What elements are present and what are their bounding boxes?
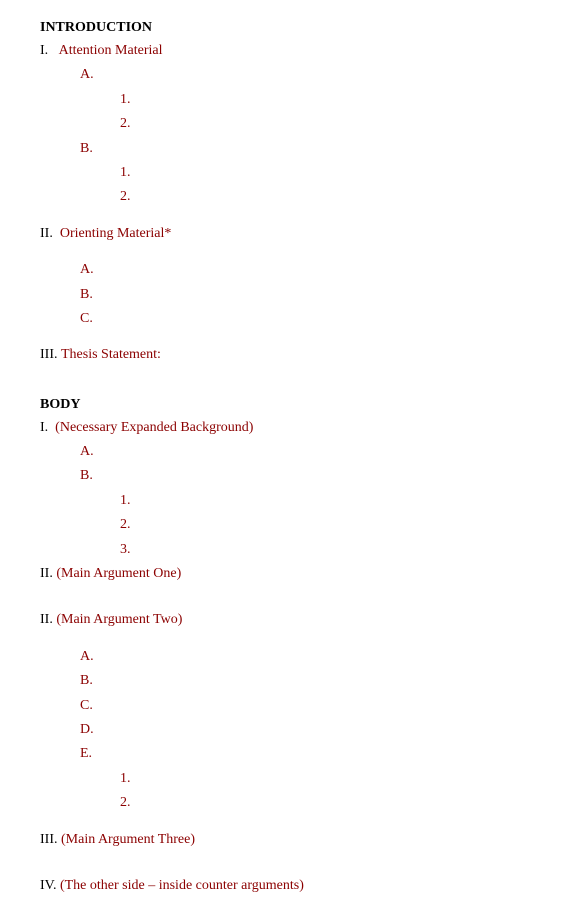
body-iv-text: (The other side – inside counter argumen… [60, 878, 304, 893]
intro-ii-text: Orienting Material* [60, 226, 172, 241]
body-i-label: I. [40, 420, 55, 435]
intro-ii-label: II. [40, 226, 60, 241]
intro-iii-text: Thesis Statement: [61, 347, 161, 362]
intro-i-b: B. [80, 138, 541, 160]
body-iib-b: B. [80, 670, 541, 692]
intro-ii-a: A. [80, 259, 541, 281]
body-iib-text: (Main Argument Two) [56, 612, 182, 627]
body-item-4: III. (Main Argument Three) [40, 829, 541, 851]
body-i-text: (Necessary Expanded Background) [55, 420, 253, 435]
body-iib-label: II. [40, 612, 56, 627]
intro-i-b-2: 2. [120, 186, 541, 208]
body-iii-text: (Main Argument Three) [61, 832, 195, 847]
body-ii-text: (Main Argument One) [56, 566, 181, 581]
intro-item-1: I. Attention Material [40, 40, 541, 62]
body-i-b-2: 2. [120, 514, 541, 536]
intro-section: INTRODUCTION I. Attention Material A. 1.… [40, 20, 541, 367]
body-item-5: IV. (The other side – inside counter arg… [40, 875, 541, 897]
intro-iii-label: III. [40, 347, 61, 362]
body-iv-label: IV. [40, 878, 60, 893]
intro-heading: INTRODUCTION [40, 20, 541, 36]
intro-item-3: III. Thesis Statement: [40, 344, 541, 366]
body-i-a: A. [80, 441, 541, 463]
body-i-b-1: 1. [120, 490, 541, 512]
body-iii-label: III. [40, 832, 61, 847]
body-item-2: II. (Main Argument One) [40, 563, 541, 585]
intro-i-text: Attention Material [59, 43, 163, 58]
body-i-b: B. [80, 465, 541, 487]
intro-i-b-1: 1. [120, 162, 541, 184]
body-iib-e-1: 1. [120, 768, 541, 790]
body-i-b-3: 3. [120, 539, 541, 561]
body-item-3: II. (Main Argument Two) [40, 609, 541, 631]
intro-i-label: I. [40, 43, 59, 58]
intro-ii-b: B. [80, 284, 541, 306]
intro-i-a-2: 2. [120, 113, 541, 135]
intro-i-a: A. [80, 64, 541, 86]
body-iib-e-2: 2. [120, 792, 541, 814]
body-item-1: I. (Necessary Expanded Background) [40, 417, 541, 439]
document-container: INTRODUCTION I. Attention Material A. 1.… [40, 20, 541, 897]
body-iib-a: A. [80, 646, 541, 668]
body-section: BODY I. (Necessary Expanded Background) … [40, 397, 541, 898]
body-heading: BODY [40, 397, 541, 413]
body-iib-c: C. [80, 695, 541, 717]
body-iib-d: D. [80, 719, 541, 741]
intro-i-a-1: 1. [120, 89, 541, 111]
intro-ii-c: C. [80, 308, 541, 330]
intro-item-2: II. Orienting Material* [40, 223, 541, 245]
body-iib-e: E. [80, 743, 541, 765]
body-ii-label: II. [40, 566, 56, 581]
